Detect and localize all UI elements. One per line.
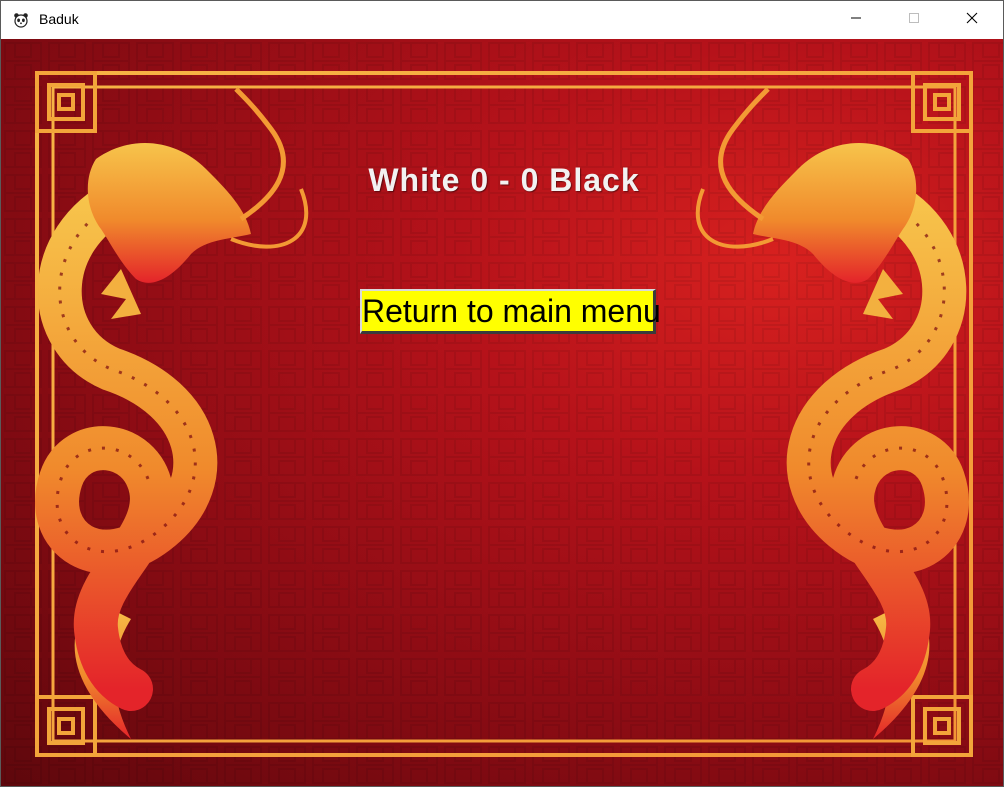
return-to-main-menu-button[interactable]: Return to main menu bbox=[360, 289, 661, 334]
title-bar[interactable]: Baduk bbox=[1, 1, 1003, 39]
panda-icon bbox=[13, 12, 29, 28]
close-icon bbox=[966, 11, 978, 29]
maximize-icon bbox=[908, 11, 920, 29]
window-title: Baduk bbox=[39, 11, 79, 27]
minimize-icon bbox=[850, 11, 862, 29]
close-button[interactable] bbox=[943, 1, 1001, 39]
maximize-button[interactable] bbox=[885, 1, 943, 39]
game-canvas: White 0 - 0 Black Return to main menu bbox=[1, 39, 1003, 786]
game-window: Baduk White 0 - 0 Black Return to main m… bbox=[0, 0, 1004, 787]
score-display: White 0 - 0 Black bbox=[368, 162, 640, 198]
minimize-button[interactable] bbox=[827, 1, 885, 39]
background-art bbox=[1, 39, 1003, 786]
